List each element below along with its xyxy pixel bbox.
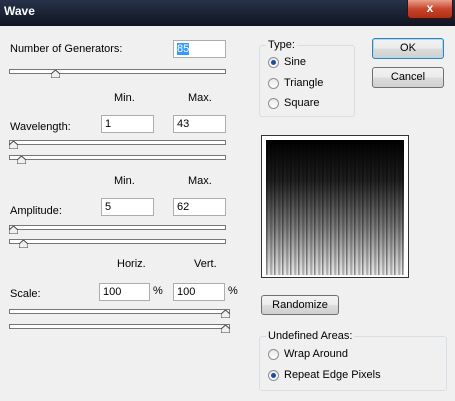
scale-vert-header: Vert.	[194, 258, 217, 270]
radio-triangle[interactable]: Triangle	[268, 75, 323, 91]
generators-value: 85	[177, 43, 190, 55]
generators-label: Number of Generators:	[10, 43, 123, 55]
scale-horiz-input[interactable]: 100	[99, 283, 150, 301]
cancel-button[interactable]: Cancel	[372, 67, 444, 88]
radio-triangle-label: Triangle	[284, 77, 324, 89]
radio-sine-indicator	[268, 56, 279, 68]
scale-label: Scale:	[10, 288, 41, 300]
amplitude-max-slider-track[interactable]	[9, 239, 226, 244]
type-group-title: Type:	[266, 39, 297, 51]
scale-horiz-header: Horiz.	[117, 258, 146, 270]
amplitude-label: Amplitude:	[10, 205, 62, 217]
ok-button[interactable]: OK	[372, 38, 444, 59]
wavelength-min-slider-thumb[interactable]	[9, 141, 18, 149]
generators-slider-thumb[interactable]	[50, 70, 60, 78]
randomize-button[interactable]: Randomize	[261, 295, 339, 315]
amplitude-min-slider-track[interactable]	[9, 225, 226, 230]
wave-preview	[261, 135, 409, 278]
scale-vert-slider-track[interactable]	[9, 324, 230, 329]
close-button[interactable]: x	[407, 0, 453, 19]
scale-horiz-slider-track[interactable]	[9, 309, 230, 314]
radio-wrap-around-label: Wrap Around	[284, 348, 349, 360]
wavelength-min-slider-track[interactable]	[9, 140, 226, 145]
wavelength-min-input[interactable]: 1	[101, 115, 154, 133]
scale-vert-slider-thumb[interactable]	[221, 325, 230, 333]
amplitude-min-slider-thumb[interactable]	[9, 226, 18, 234]
radio-square-indicator	[268, 97, 279, 109]
scale-horiz-unit: %	[153, 285, 163, 297]
radio-repeat-edge-pixels-indicator	[268, 369, 279, 381]
radio-repeat-edge-pixels[interactable]: Repeat Edge Pixels	[268, 367, 381, 383]
wavelength-max-header: Max.	[188, 92, 212, 104]
radio-square-label: Square	[284, 97, 320, 109]
radio-triangle-indicator	[268, 77, 279, 89]
radio-wrap-around[interactable]: Wrap Around	[268, 346, 348, 362]
wave-preview-image	[266, 140, 404, 275]
radio-sine[interactable]: Sine	[268, 54, 306, 70]
wave-dialog: Number of Generators: 85 Min. Max. Wavel…	[0, 26, 455, 401]
amplitude-min-header: Min.	[114, 175, 135, 187]
close-icon: x	[426, 1, 434, 15]
amplitude-max-slider-thumb[interactable]	[19, 240, 29, 248]
amplitude-max-input[interactable]: 62	[173, 198, 226, 216]
wavelength-label: Wavelength:	[10, 121, 71, 133]
wavelength-min-header: Min.	[114, 92, 135, 104]
scale-vert-input[interactable]: 100	[173, 283, 225, 301]
undefined-areas-title: Undefined Areas:	[266, 330, 355, 342]
amplitude-min-input[interactable]: 5	[101, 198, 154, 216]
wavelength-max-input[interactable]: 43	[173, 115, 226, 133]
scale-vert-unit: %	[228, 285, 238, 297]
generators-slider-track[interactable]	[9, 69, 226, 74]
title-bar: Wave x	[0, 0, 455, 26]
radio-repeat-edge-pixels-label: Repeat Edge Pixels	[284, 369, 381, 381]
scale-horiz-slider-thumb[interactable]	[221, 310, 230, 318]
amplitude-max-header: Max.	[188, 175, 212, 187]
wavelength-max-slider-thumb[interactable]	[17, 156, 27, 164]
radio-sine-label: Sine	[284, 56, 307, 68]
window-title: Wave	[4, 4, 35, 18]
radio-square[interactable]: Square	[268, 95, 319, 111]
radio-wrap-around-indicator	[268, 348, 279, 360]
wavelength-max-slider-track[interactable]	[9, 155, 226, 160]
generators-input[interactable]: 85	[173, 40, 226, 58]
